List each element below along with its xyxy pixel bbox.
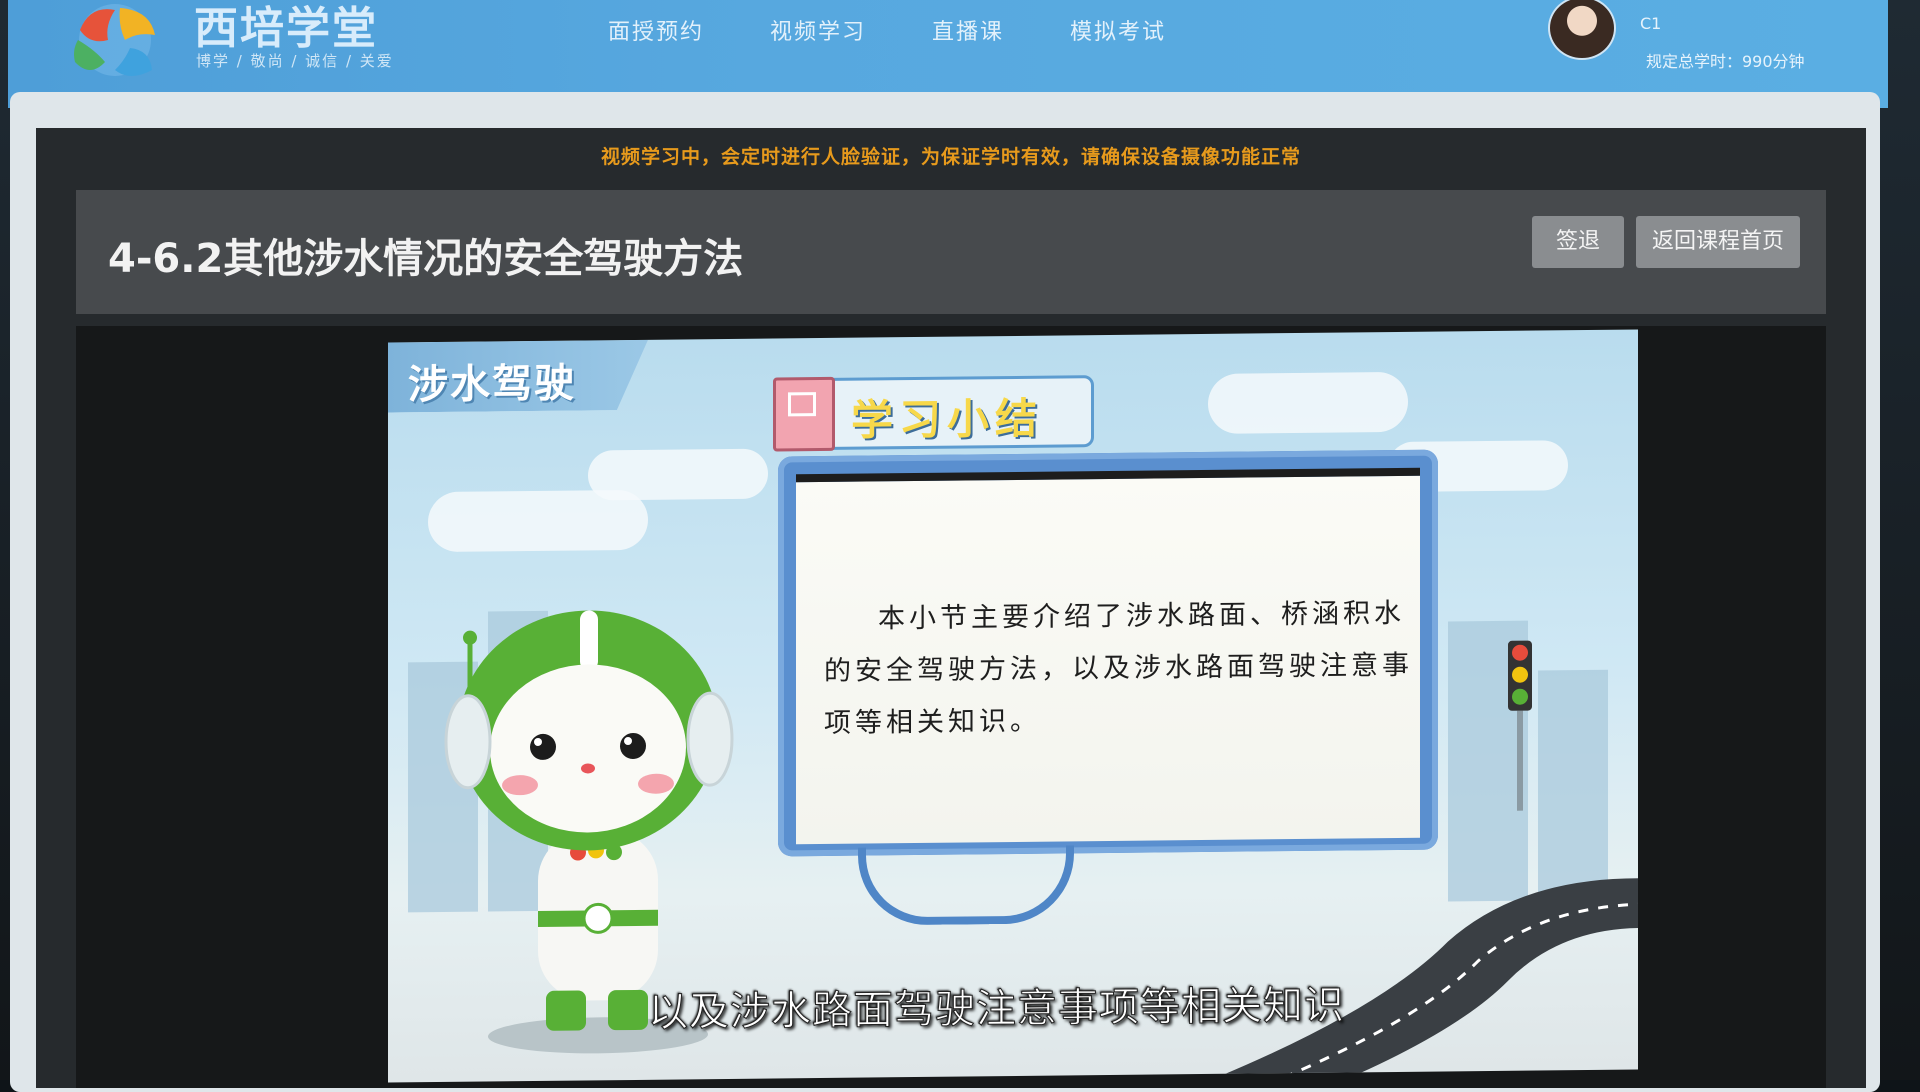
summary-banner-text: 学习小结 (851, 393, 1044, 445)
main-nav: 面授预约 视频学习 直播课 模拟考试 (608, 14, 1166, 46)
signout-button[interactable]: 签退 (1532, 216, 1624, 268)
cloud (588, 448, 768, 501)
nav-item-mock-exam[interactable]: 模拟考试 (1070, 14, 1166, 46)
site-slogan: 博学 / 敬尚 / 诚信 / 关爱 (196, 52, 394, 70)
summary-board: 本小节主要介绍了涉水路面、桥涵积水的安全驾驶方法，以及涉水路面驾驶注意事项等相关… (778, 449, 1438, 857)
lesson-title: 4-6.2其他涉水情况的安全驾驶方法 (108, 236, 744, 282)
traffic-light-icon (1508, 640, 1532, 711)
board-screen: 本小节主要介绍了涉水路面、桥涵积水的安全驾驶方法，以及涉水路面驾驶注意事项等相关… (796, 467, 1420, 845)
license-type: C1 (1640, 14, 1662, 33)
book-icon (773, 376, 835, 452)
nav-item-video-learning[interactable]: 视频学习 (770, 14, 866, 46)
return-course-home-button[interactable]: 返回课程首页 (1636, 216, 1800, 268)
nav-item-live-class[interactable]: 直播课 (932, 14, 1004, 46)
avatar[interactable] (1548, 0, 1616, 60)
summary-banner: 学习小结 (773, 375, 1094, 452)
lesson-title-bar: 4-6.2其他涉水情况的安全驾驶方法 签退 返回课程首页 (76, 190, 1826, 314)
video-topic-tag: 涉水驾驶 (388, 340, 648, 413)
road-illustration (1148, 878, 1638, 1083)
face-verification-notice: 视频学习中，会定时进行人脸验证，为保证学时有效，请确保设备摄像功能正常 (600, 146, 1301, 168)
video-subtitle: 以及涉水路面驾驶注意事项等相关知识 (648, 982, 1346, 1036)
traffic-light-pole (1517, 710, 1523, 811)
nav-item-appointment[interactable]: 面授预约 (608, 14, 704, 46)
board-text: 本小节主要介绍了涉水路面、桥涵积水的安全驾驶方法，以及涉水路面驾驶注意事项等相关… (824, 597, 1413, 739)
cloud (1208, 371, 1408, 434)
logo-icon[interactable] (60, 0, 170, 84)
video-topic-text: 涉水驾驶 (408, 360, 576, 409)
screen: 西培学堂 博学 / 敬尚 / 诚信 / 关爱 面授预约 视频学习 直播课 模拟考… (0, 0, 1920, 1092)
video-frame[interactable]: 涉水驾驶 学习小结 本小节主要介绍了涉水路面、桥涵积水的安全驾驶方法，以及涉水路… (388, 329, 1638, 1083)
required-time: 规定总学时：990分钟 (1646, 52, 1805, 71)
board-stand (858, 845, 1074, 926)
site-name: 西培学堂 (194, 3, 378, 54)
